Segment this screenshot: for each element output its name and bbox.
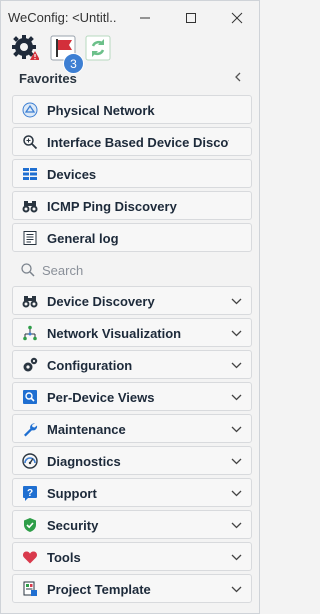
search-icon (21, 263, 35, 277)
devices-grid-icon (22, 166, 38, 182)
device-view-icon (22, 389, 38, 405)
search-input[interactable] (42, 260, 242, 280)
section-label: Security (47, 518, 99, 533)
section-device-discovery[interactable]: Device Discovery (12, 286, 252, 315)
close-button[interactable] (224, 7, 250, 29)
chevron-down-icon (231, 490, 242, 497)
section-project-template[interactable]: Project Template (12, 574, 252, 603)
chevron-down-icon (231, 554, 242, 561)
title-bar: WeConfig: <Untitl... (1, 1, 259, 35)
interface-discovery-icon (22, 134, 38, 150)
network-tree-icon (22, 325, 38, 341)
settings-warning-button[interactable] (11, 33, 40, 61)
chevron-down-icon (231, 522, 242, 529)
shield-icon (22, 517, 38, 533)
section-tools[interactable]: Tools (12, 542, 252, 571)
svg-text:?: ? (27, 488, 33, 499)
toolbar: 3 (1, 31, 259, 74)
section-label: Device Discovery (47, 294, 155, 309)
favorite-item-label: Devices (47, 167, 97, 182)
maximize-icon (186, 13, 196, 23)
gears-icon (22, 357, 38, 373)
template-icon (22, 581, 38, 597)
section-label: Per-Device Views (47, 390, 155, 405)
chevron-down-icon (231, 458, 242, 465)
favorites-title: Favorites (19, 71, 77, 86)
chevron-down-icon (231, 586, 242, 593)
chevron-down-icon (231, 362, 242, 369)
section-label: Diagnostics (47, 454, 121, 469)
section-label: Project Template (47, 582, 151, 597)
section-per-device-views[interactable]: Per-Device Views (12, 382, 252, 411)
heart-icon (22, 549, 38, 565)
section-security[interactable]: Security (12, 510, 252, 539)
app-window: WeConfig: <Untitl... 3 Favorites Physica… (0, 0, 260, 614)
wrench-icon (22, 421, 38, 437)
section-network-visualization[interactable]: Network Visualization (12, 318, 252, 347)
section-maintenance[interactable]: Maintenance (12, 414, 252, 443)
section-label: Network Visualization (47, 326, 182, 341)
section-label: Support (47, 486, 97, 501)
section-diagnostics[interactable]: Diagnostics (12, 446, 252, 475)
favorite-item-interface-discovery[interactable]: Interface Based Device Discov... (12, 127, 252, 156)
favorite-item-general-log[interactable]: General log (12, 223, 252, 252)
favorites-header: Favorites (1, 67, 259, 89)
close-icon (231, 12, 243, 24)
section-label: Maintenance (47, 422, 126, 437)
chevron-down-icon (231, 330, 242, 337)
section-configuration[interactable]: Configuration (12, 350, 252, 379)
favorite-item-devices[interactable]: Devices (12, 159, 252, 188)
window-title: WeConfig: <Untitl... (8, 10, 116, 25)
favorite-item-physical-network[interactable]: Physical Network (12, 95, 252, 124)
help-icon: ? (22, 485, 38, 501)
minimize-button[interactable] (132, 7, 158, 29)
chevron-left-icon[interactable] (231, 70, 245, 84)
favorite-item-label: Interface Based Device Discov... (47, 135, 229, 150)
favorite-item-label: General log (47, 231, 119, 246)
section-support[interactable]: ? Support (12, 478, 252, 507)
maximize-button[interactable] (178, 7, 204, 29)
favorite-item-icmp-ping[interactable]: ICMP Ping Discovery (12, 191, 252, 220)
favorite-item-label: ICMP Ping Discovery (47, 199, 177, 214)
gear-warning-icon (12, 35, 40, 60)
chevron-down-icon (231, 298, 242, 305)
refresh-icon (85, 35, 111, 61)
search-bar (12, 259, 252, 281)
chevron-down-icon (231, 394, 242, 401)
binoculars-icon (22, 293, 38, 309)
minimize-icon (140, 17, 150, 19)
physical-network-icon (22, 102, 38, 118)
gauge-icon (22, 453, 38, 469)
refresh-button[interactable] (84, 33, 112, 61)
section-label: Tools (47, 550, 81, 565)
binoculars-icon (22, 198, 38, 214)
section-label: Configuration (47, 358, 133, 373)
favorite-item-label: Physical Network (47, 103, 155, 118)
log-icon (22, 230, 38, 246)
chevron-down-icon (231, 426, 242, 433)
